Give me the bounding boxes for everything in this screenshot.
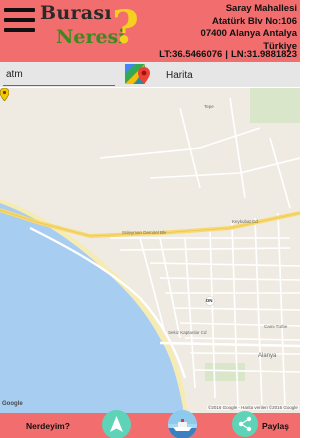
app-logo: Burası Neresi ? (40, 0, 139, 60)
app-header: Burası Neresi ? Saray Mahallesi Atatürk … (0, 0, 300, 62)
map-label-camii: Cami Türbe (264, 324, 288, 329)
hamburger-menu-button[interactable] (4, 8, 35, 38)
hamburger-icon (4, 18, 35, 22)
harita-label[interactable]: Harita (166, 70, 193, 81)
map-label-keykubat: Keykubat Cd (232, 219, 258, 224)
map-label-alanya: Alanya (258, 353, 277, 359)
coordinates: LT:36.5466076 | LN:31.9881823 (159, 49, 297, 60)
address-line: Saray Mahallesi (225, 3, 297, 14)
latitude-value: LT:36.5466076 (159, 49, 223, 60)
hamburger-icon (4, 8, 35, 12)
hamburger-icon (4, 28, 35, 32)
map-label-blv: Süleyman Demirel Blv (122, 230, 167, 235)
navigation-arrow-icon (110, 416, 123, 432)
boat-icon (168, 410, 197, 438)
logo-question-mark: ? (112, 0, 139, 54)
coord-separator: | (225, 49, 228, 60)
google-maps-icon (125, 64, 150, 84)
navigate-button[interactable] (102, 410, 131, 438)
paylas-button[interactable]: Paylaş (262, 421, 289, 431)
map-view[interactable]: Tepe Süleyman Demirel Blv Keykubat Cd Se… (0, 88, 300, 413)
map-canvas (0, 88, 300, 413)
map-label-tepe: Tepe (204, 104, 214, 109)
longitude-value: LN:31.9881823 (230, 49, 297, 60)
map-label-sekiz: Sekiz Kaptanlar Cd (168, 330, 207, 335)
google-maps-button[interactable] (122, 62, 154, 88)
nerdeyim-button[interactable]: Nerdeyim? (26, 421, 70, 431)
logo-text-burasi: Burası (40, 2, 112, 24)
map-attribution[interactable]: ©2016 Google - Harita verileri ©2016 Goo… (207, 405, 299, 410)
map-label-dn: DN (206, 298, 213, 303)
address-line: 07400 Alanya Antalya (200, 28, 297, 39)
boat-button[interactable] (168, 410, 197, 438)
location-pin-icon[interactable] (0, 88, 9, 101)
share-button[interactable] (232, 411, 258, 437)
search-input[interactable] (3, 64, 115, 86)
address-block: Saray Mahallesi Atatürk Blv No:106 07400… (201, 3, 297, 53)
share-icon (238, 416, 252, 432)
google-logo: Google (2, 401, 23, 407)
address-line: Atatürk Blv No:106 (212, 15, 297, 27)
